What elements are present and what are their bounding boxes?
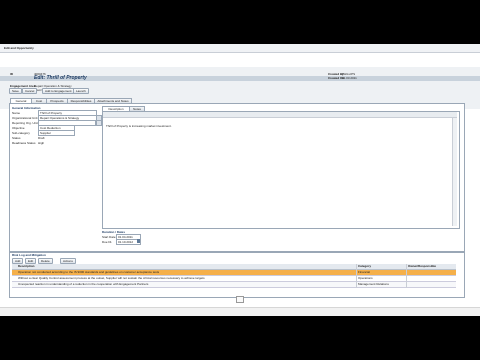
field-label-org-unit: Organizational Unit xyxy=(12,116,38,120)
column-header-owner[interactable]: Owner/Responsible xyxy=(408,264,436,268)
end-date-label: Due Dt. xyxy=(102,240,113,244)
launch-button[interactable]: Launch xyxy=(73,88,89,94)
row-category: Management Relations xyxy=(358,282,389,286)
created-on-value: 01.03.2011 xyxy=(342,76,357,80)
save-button[interactable]: Save xyxy=(9,88,22,94)
column-divider xyxy=(356,264,357,288)
row-category: Operations xyxy=(358,276,373,280)
general-info-title: General Information xyxy=(12,106,41,110)
field-label-objective: Objective xyxy=(12,126,25,130)
risk-table-title: Risk Log and Mitigation xyxy=(12,253,46,257)
editor-toolbar xyxy=(103,112,457,118)
application-window: Edit and Opportunity ID 4000476 Edit: Th… xyxy=(0,44,480,316)
field-label-sub-category: Sub-category xyxy=(12,131,30,135)
page-icon xyxy=(236,296,244,303)
row-description: Operation not conducted according to the… xyxy=(18,270,160,274)
readiness-field-value: High xyxy=(38,141,45,145)
start-date-label: Start Date xyxy=(102,235,116,239)
field-label-status: Status xyxy=(12,136,21,140)
object-title: Edit: Thrill of Property xyxy=(34,75,87,81)
add-to-engagement-button[interactable]: Add to Engagement xyxy=(42,88,75,94)
row-description: Unexpected reaction in understanding of … xyxy=(18,282,149,286)
scrollbar[interactable] xyxy=(452,118,457,226)
cancel-button[interactable]: Cancel xyxy=(22,88,38,94)
calendar-icon[interactable] xyxy=(137,239,140,243)
window-title-bar xyxy=(0,44,480,53)
status-field-value: Draft xyxy=(38,136,45,140)
window-title: Edit and Opportunity xyxy=(4,46,34,50)
column-header-description[interactable]: Description xyxy=(18,264,35,268)
table-row[interactable]: Unexpected reaction in understanding of … xyxy=(12,282,456,288)
column-divider xyxy=(406,264,407,288)
status-bar xyxy=(0,307,480,316)
row-category: Financial xyxy=(358,270,371,274)
field-label-name: Name xyxy=(12,111,21,115)
row-description: Without a clear Quality Control assessme… xyxy=(18,276,205,280)
field-label-reporting-unit: Reporting Org. Unit xyxy=(12,121,38,125)
description-text: Thrill of Property is increasing market … xyxy=(106,124,172,128)
description-editor[interactable] xyxy=(102,111,460,229)
column-header-category[interactable]: Category xyxy=(358,264,371,268)
field-label-readiness: Readiness Status xyxy=(12,141,36,145)
